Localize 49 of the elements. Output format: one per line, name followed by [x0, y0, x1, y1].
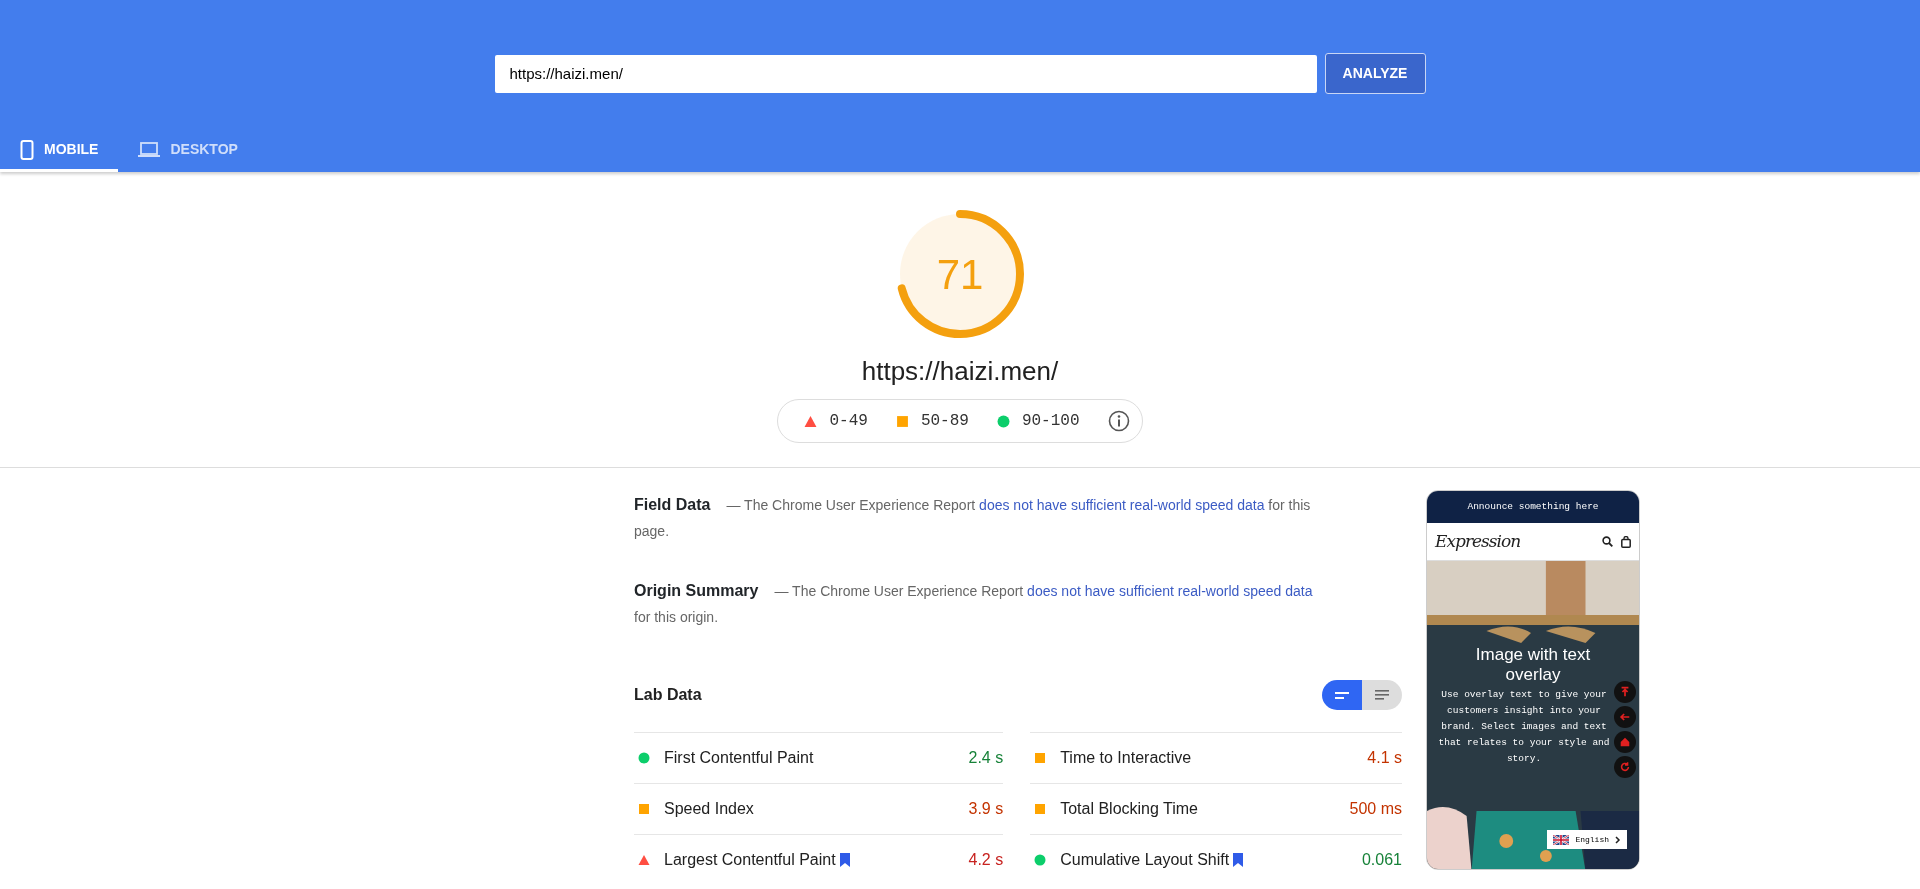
device-tab[interactable]: MOBILE: [0, 130, 119, 172]
url-field[interactable]: https://haizi.men/: [494, 54, 1317, 93]
home-icon: [1619, 736, 1631, 748]
metric-name: First Contentful Paint: [664, 748, 814, 768]
language-selector[interactable]: English: [1547, 830, 1627, 849]
laptop-icon: [138, 141, 161, 158]
legend-label: 50-89: [920, 411, 969, 432]
analyze-button[interactable]: ANALYZE: [1324, 53, 1426, 94]
bag-icon: [1621, 535, 1631, 548]
metric-name: Total Blocking Time: [1060, 799, 1198, 819]
circle-icon: [996, 414, 1010, 428]
report-link[interactable]: does not have sufficient real-world speed data: [979, 497, 1265, 513]
announcement-bar: Announce something here: [1427, 491, 1639, 523]
store-logo: Expression: [1435, 529, 1521, 553]
flag-icon: [1553, 834, 1570, 845]
report-link[interactable]: does not have sufficient real-world speed data: [1027, 583, 1313, 599]
refresh-icon: [1619, 761, 1631, 773]
hero-text: Use overlay text to give your customers insight into your brand. Select images and text that relates to your style and story.: [1437, 688, 1611, 766]
legend-label: 0-49: [829, 411, 868, 432]
metric-name: Largest Contentful Paint: [664, 850, 836, 870]
metric-name: Speed Index: [664, 799, 754, 819]
metric-name: Time to Interactive: [1060, 748, 1192, 768]
metric-value: 2.4 s: [968, 748, 1004, 768]
square-icon: [895, 414, 909, 428]
language-label: English: [1575, 833, 1609, 846]
summary-view-toggle[interactable]: [1322, 680, 1362, 710]
info-icon[interactable]: [1107, 410, 1130, 432]
metric-name: Cumulative Layout Shift: [1060, 850, 1230, 870]
score-value: 71: [936, 249, 984, 300]
legend-label: 90-100: [1021, 411, 1080, 432]
list-view-toggle[interactable]: [1362, 680, 1402, 710]
tested-url: https://haizi.men/: [861, 355, 1059, 388]
summary-icon: [1333, 689, 1351, 701]
metric-value: 0.061: [1361, 850, 1402, 870]
scroll-top-icon: [1619, 686, 1631, 698]
metric-value: 4.2 s: [968, 850, 1004, 870]
list-icon: [1373, 689, 1391, 701]
chevron-icon: [1615, 835, 1621, 844]
section-text: Field Data — The Chrome User Experience Report does not have sufficient real-world speed data for this page.: [634, 495, 1312, 541]
triangle-icon: [804, 414, 818, 428]
section-title: Lab Data: [634, 685, 702, 705]
section-text: Origin Summary — The Chrome User Experience Report does not have sufficient real-world speed data for this origin.: [634, 581, 1314, 627]
search-icon: [1602, 536, 1613, 547]
back-arrow-icon: [1619, 711, 1631, 723]
metric-value: 4.1 s: [1367, 748, 1402, 768]
metric-value: 500 ms: [1349, 799, 1402, 819]
metric-value: 3.9 s: [968, 799, 1004, 819]
phone-icon: [20, 139, 34, 160]
hero-heading: Image with text overlay: [1474, 645, 1592, 685]
